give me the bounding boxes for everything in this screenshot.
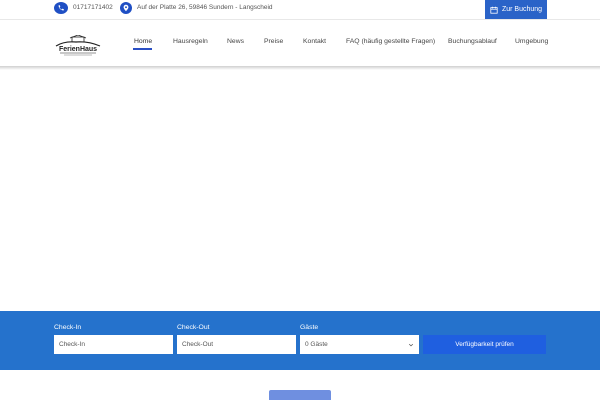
booking-form: Check-In Check-In Check-Out Check-Out Gä… [0, 311, 600, 370]
address-text: Auf der Platte 26, 59846 Sundern - Langs… [137, 4, 273, 11]
hero-area [0, 70, 600, 311]
logo-text: FerienHaus [59, 46, 97, 53]
site-logo[interactable]: FerienHaus [54, 34, 102, 57]
nav-item-news[interactable]: News [227, 38, 244, 45]
checkout-label: Check-Out [177, 324, 210, 331]
check-availability-button[interactable]: Verfügbarkeit prüfen [423, 335, 546, 354]
nav-active-indicator [133, 48, 152, 50]
nav-item-faq[interactable]: FAQ (häufig gestellte Fragen) [346, 38, 435, 45]
nav-item-preise[interactable]: Preise [264, 38, 283, 45]
nav-item-umgebung[interactable]: Umgebung [515, 38, 548, 45]
phone-number-link[interactable]: 01717171402 [73, 4, 113, 11]
chevron-down-icon [408, 343, 414, 346]
phone-icon [54, 2, 68, 14]
nav-item-buchungsablauf[interactable]: Buchungsablauf [448, 38, 497, 45]
checkin-placeholder: Check-In [59, 341, 86, 348]
nav-item-home[interactable]: Home [134, 38, 152, 45]
guests-value: 0 Gäste [305, 341, 328, 348]
booking-button-label: Zur Buchung [501, 6, 543, 13]
site-header: FerienHaus Home Hausregeln News Preise K… [0, 19, 600, 66]
check-availability-label: Verfügbarkeit prüfen [455, 341, 514, 348]
checkout-placeholder: Check-Out [182, 341, 214, 348]
checkout-input[interactable]: Check-Out [177, 335, 296, 354]
map-pin-icon [120, 2, 132, 14]
bottom-button[interactable] [269, 390, 331, 400]
guests-select[interactable]: 0 Gäste [300, 335, 419, 354]
calendar-icon [490, 6, 498, 14]
nav-item-kontakt[interactable]: Kontakt [303, 38, 326, 45]
nav-item-hausregeln[interactable]: Hausregeln [173, 38, 208, 45]
guests-label: Gäste [300, 324, 319, 331]
checkin-input[interactable]: Check-In [54, 335, 173, 354]
booking-button[interactable]: Zur Buchung [485, 0, 547, 19]
checkin-label: Check-In [54, 324, 82, 331]
top-info-bar: 01717171402 Auf der Platte 26, 59846 Sun… [0, 0, 600, 19]
